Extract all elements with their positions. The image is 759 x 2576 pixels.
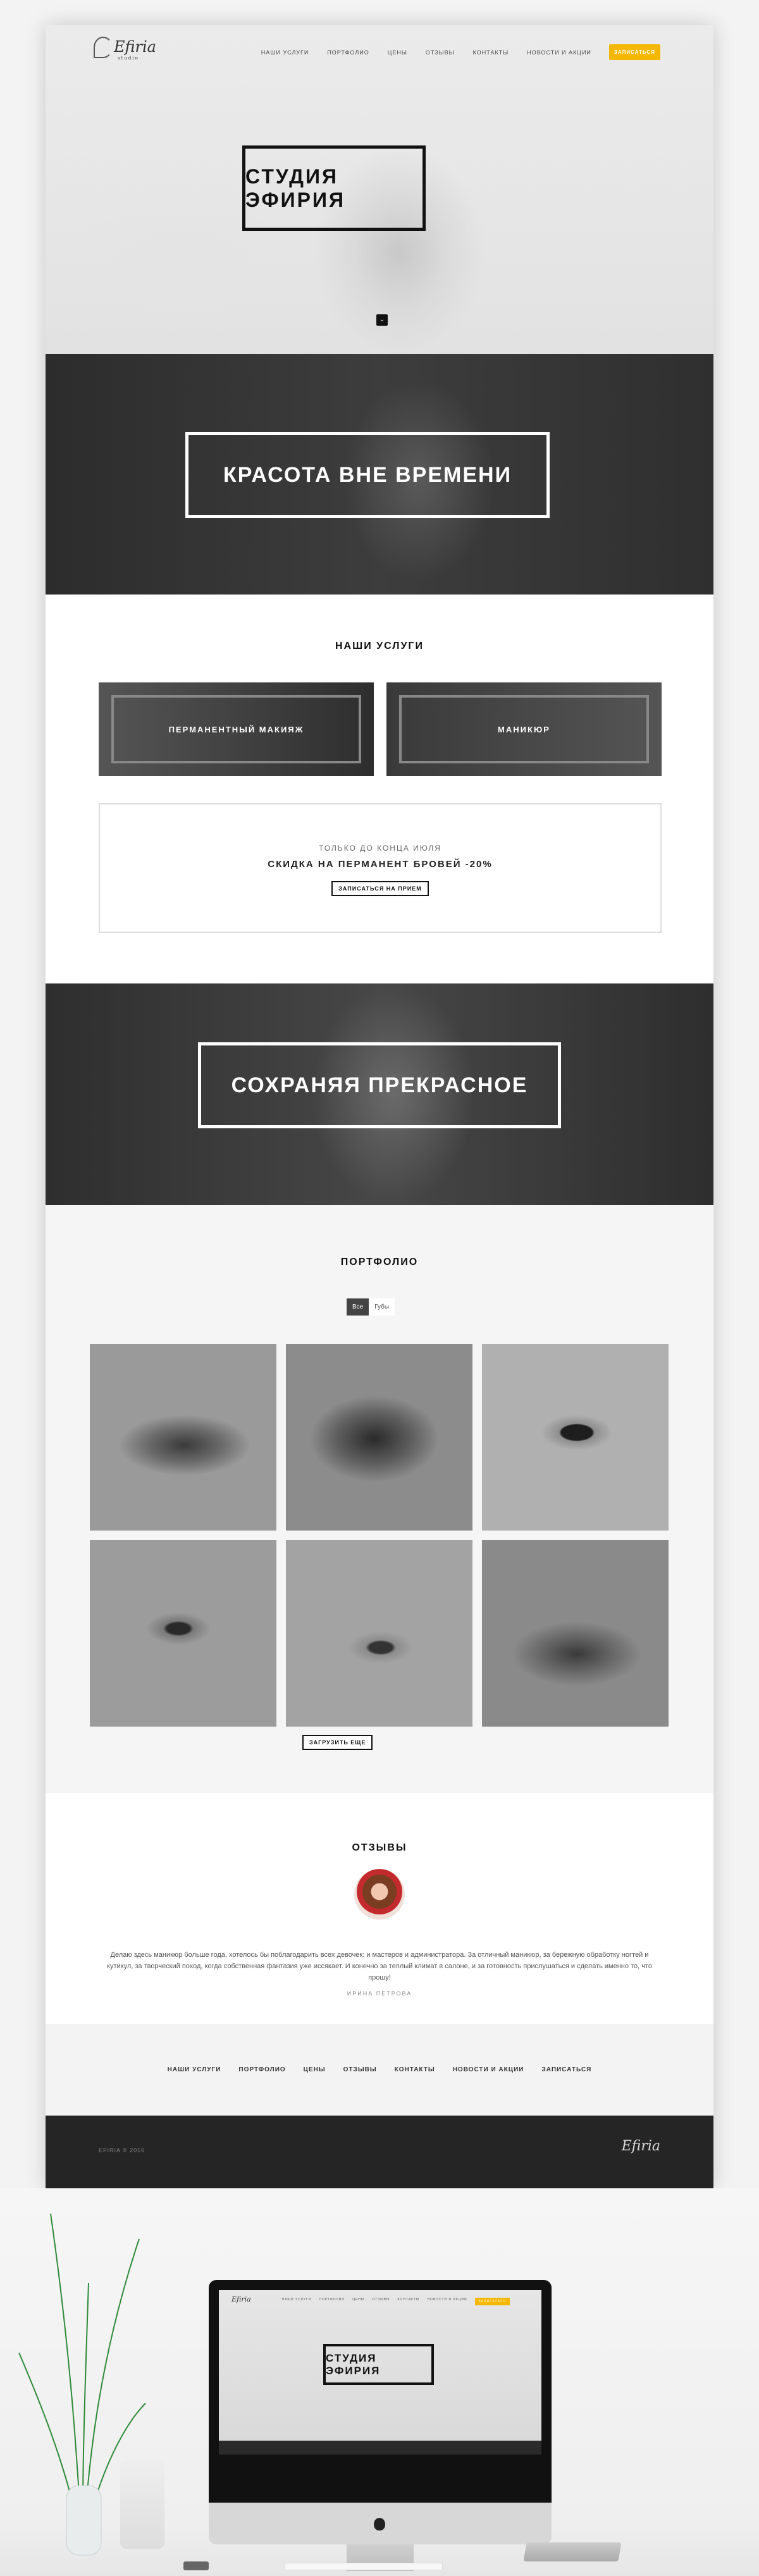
logo-text: Efiria (114, 38, 156, 56)
mini-nav-item: ОТЗЫВЫ (372, 2298, 390, 2302)
logo-swirl-icon (94, 37, 113, 58)
main-menu: НАШИ УСЛУГИ ПОРТФОЛИО ЦЕНЫ ОТЗЫВЫ КОНТАК… (243, 44, 660, 60)
footer-logo[interactable]: Efiria (622, 2138, 660, 2154)
nav-contacts[interactable]: КОНТАКТЫ (473, 49, 509, 56)
chevron-down-icon[interactable]: ⌄ (376, 314, 388, 326)
footer-link-signup[interactable]: ЗАПИСАТЬСЯ (541, 2066, 591, 2073)
portfolio-title: ПОРТФОЛИО (340, 1257, 419, 1267)
promo-box: ТОЛЬКО ДО КОНЦА ИЮЛЯ СКИДКА НА ПЕРМАНЕНТ… (99, 803, 662, 933)
nav-portfolio[interactable]: ПОРТФОЛИО (327, 49, 369, 56)
footer-bottom: EFIRIA © 2016 Efiria (46, 2116, 713, 2188)
imac-chin (209, 2503, 552, 2544)
apple-logo-icon (374, 2518, 385, 2530)
footer-link-prices[interactable]: ЦЕНЫ (304, 2066, 326, 2073)
logo[interactable]: Efiria studio (94, 37, 156, 61)
logo-subtext: studio (118, 56, 139, 61)
copyright: EFIRIA © 2016 (99, 2147, 145, 2154)
nav-services[interactable]: НАШИ УСЛУГИ (261, 49, 309, 56)
banner-preserving: СОХРАНЯЯ ПРЕКРАСНОЕ (46, 983, 713, 1205)
phone (183, 2561, 209, 2570)
promo-line1: ТОЛЬКО ДО КОНЦА ИЮЛЯ (319, 844, 441, 853)
service-card-manicure[interactable]: МАНИКЮР (386, 682, 662, 776)
footer-link-reviews[interactable]: ОТЗЫВЫ (343, 2066, 377, 2073)
mini-nav-item: КОНТАКТЫ (397, 2298, 420, 2302)
service-card-frame: МАНИКЮР (399, 695, 649, 763)
mini-nav: НАШИ УСЛУГИ ПОРТФОЛИО ЦЕНЫ ОТЗЫВЫ КОНТАК… (281, 2298, 510, 2305)
imac-monitor: Efiria НАШИ УСЛУГИ ПОРТФОЛИО ЦЕНЫ ОТЗЫВЫ… (209, 2280, 552, 2503)
banner-timeless: КРАСОТА ВНЕ ВРЕМЕНИ (46, 354, 713, 595)
mini-nav-item: ПОРТФОЛИО (319, 2298, 345, 2302)
reviews-section: ОТЗЫВЫ Делаю здесь маникюр больше года, … (46, 1793, 713, 2024)
service-card-pmu[interactable]: ПЕРМАНЕНТНЫЙ МАКИЯЖ (99, 682, 374, 776)
footer-link-news[interactable]: НОВОСТИ И АКЦИИ (453, 2066, 524, 2073)
avatar (354, 1869, 405, 1920)
mini-nav-item: ЦЕНЫ (352, 2298, 365, 2302)
portfolio-tile[interactable] (482, 1344, 669, 1531)
laptop (523, 2542, 622, 2561)
imac-screen: Efiria НАШИ УСЛУГИ ПОРТФОЛИО ЦЕНЫ ОТЗЫВЫ… (219, 2290, 541, 2455)
nav-reviews[interactable]: ОТЗЫВЫ (426, 49, 455, 56)
service-label: МАНИКЮР (498, 724, 550, 734)
footer-link-contacts[interactable]: КОНТАКТЫ (395, 2066, 435, 2073)
banner-preserving-title: СОХРАНЯЯ ПРЕКРАСНОЕ (231, 1073, 528, 1097)
mini-nav-item: НАШИ УСЛУГИ (281, 2298, 312, 2302)
portfolio-tile[interactable] (90, 1344, 276, 1531)
keyboard (285, 2563, 443, 2570)
service-card-frame: ПЕРМАНЕНТНЫЙ МАКИЯЖ (111, 695, 361, 763)
load-more-button[interactable]: ЗАГРУЗИТЬ ЕЩЕ (302, 1735, 373, 1750)
mini-cta: ЗАПИСАТЬСЯ (474, 2298, 510, 2305)
mini-hero-box: СТУДИЯ ЭФИРИЯ (323, 2344, 434, 2385)
speaker (120, 2460, 164, 2549)
portfolio-tile[interactable] (286, 1344, 472, 1531)
nav-news[interactable]: НОВОСТИ И АКЦИИ (527, 49, 591, 56)
portfolio-tile[interactable] (90, 1540, 276, 1727)
footer-nav: НАШИ УСЛУГИ ПОРТФОЛИО ЦЕНЫ ОТЗЫВЫ КОНТАК… (46, 2024, 713, 2116)
top-nav: Efiria studio НАШИ УСЛУГИ ПОРТФОЛИО ЦЕНЫ… (46, 25, 713, 76)
nav-prices[interactable]: ЦЕНЫ (388, 49, 407, 56)
filter-all[interactable]: Все (347, 1298, 369, 1316)
review-text: Делаю здесь маникюр больше года, хотелос… (107, 1951, 652, 1981)
promo-line2: СКИДКА НА ПЕРМАНЕНТ БРОВЕЙ -20% (268, 859, 493, 870)
mini-banner (219, 2441, 541, 2455)
website-frame: Efiria studio НАШИ УСЛУГИ ПОРТФОЛИО ЦЕНЫ… (46, 25, 713, 2188)
hero-title-box: СТУДИЯ ЭФИРИЯ (242, 145, 426, 231)
hero-section: Efiria studio НАШИ УСЛУГИ ПОРТФОЛИО ЦЕНЫ… (46, 25, 713, 354)
filter-lips[interactable]: Губы (369, 1298, 395, 1316)
footer-link-services[interactable]: НАШИ УСЛУГИ (168, 2066, 221, 2073)
portfolio-tile[interactable] (482, 1540, 669, 1727)
banner-timeless-title: КРАСОТА ВНЕ ВРЕМЕНИ (223, 462, 512, 487)
mini-nav-item: НОВОСТИ И АКЦИИ (427, 2298, 467, 2302)
promo-signup-button[interactable]: ЗАПИСАТЬСЯ НА ПРИЕМ (331, 881, 429, 896)
mini-hero-title: СТУДИЯ ЭФИРИЯ (326, 2351, 381, 2377)
nav-signup-button[interactable]: ЗАПИСАТЬСЯ (608, 44, 660, 60)
reviews-title: ОТЗЫВЫ (352, 1842, 407, 1853)
services-title: НАШИ УСЛУГИ (335, 641, 424, 651)
portfolio-section: ПОРТФОЛИО Все Губы ЗАГРУЗИТЬ ЕЩЕ (46, 1205, 713, 1793)
desk-mockup: Efiria НАШИ УСЛУГИ ПОРТФОЛИО ЦЕНЫ ОТЗЫВЫ… (0, 2188, 759, 2576)
footer-link-portfolio[interactable]: ПОРТФОЛИО (238, 2066, 285, 2073)
service-label: ПЕРМАНЕНТНЫЙ МАКИЯЖ (168, 724, 304, 734)
banner-timeless-box: КРАСОТА ВНЕ ВРЕМЕНИ (185, 432, 550, 518)
review-author: ИРИНА ПЕТРОВА (347, 1990, 412, 1997)
portfolio-tile[interactable] (286, 1540, 472, 1727)
banner-preserving-box: СОХРАНЯЯ ПРЕКРАСНОЕ (198, 1042, 561, 1128)
mini-logo: Efiria (231, 2295, 251, 2303)
portfolio-filters: Все Губы (347, 1298, 395, 1316)
hero-title: СТУДИЯ ЭФИРИЯ (245, 164, 345, 211)
